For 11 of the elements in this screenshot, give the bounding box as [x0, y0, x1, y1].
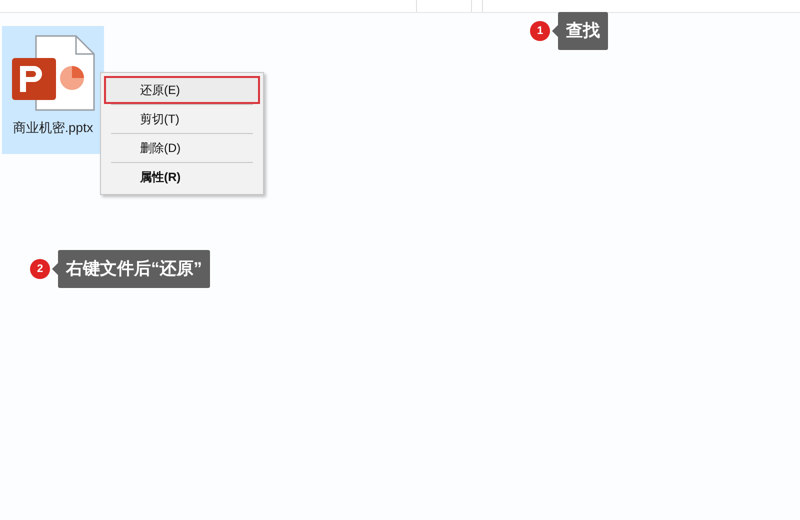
step-number-badge: 2 — [30, 259, 50, 279]
menu-item[interactable]: 删除(D) — [104, 134, 260, 162]
menu-item[interactable]: 还原(E) — [104, 76, 260, 104]
step-number-badge: 1 — [530, 21, 550, 41]
callout-label: 右键文件后“还原” — [58, 250, 210, 288]
callout-label: 查找 — [558, 12, 608, 50]
file-item[interactable]: 商业机密.pptx — [2, 26, 104, 154]
presentation-file-icon — [10, 34, 96, 112]
menu-item[interactable]: 剪切(T) — [104, 105, 260, 133]
file-name: 商业机密.pptx — [12, 119, 94, 137]
menu-item[interactable]: 属性(R) — [104, 163, 260, 191]
